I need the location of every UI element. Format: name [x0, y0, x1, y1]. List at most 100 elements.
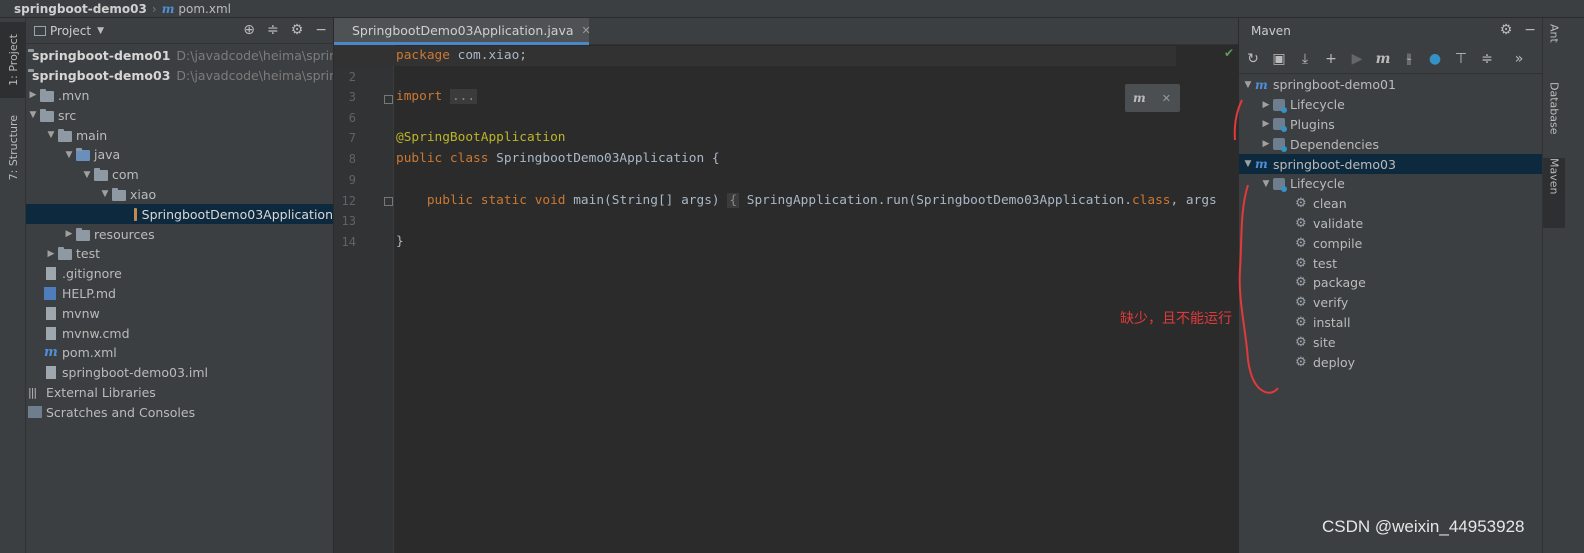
tree-item-external-libraries[interactable]: ||| External Libraries: [26, 383, 333, 403]
code-keyword: public class: [396, 151, 489, 166]
chevron-down-icon[interactable]: ▼: [1241, 159, 1255, 169]
show-dependencies-icon[interactable]: ⊤: [1453, 51, 1469, 67]
tree-item-test[interactable]: ▶ test: [26, 244, 333, 264]
tree-item-mvnw[interactable]: mvnw: [26, 303, 333, 323]
maven-goal-validate[interactable]: ⚙ validate: [1239, 214, 1542, 234]
chevron-down-icon[interactable]: ▼: [26, 110, 40, 120]
maven-goal-package[interactable]: ⚙ package: [1239, 273, 1542, 293]
tab-application-java[interactable]: SpringbootDemo03Application.java ✕: [334, 18, 591, 45]
gear-icon[interactable]: ⚙: [1500, 22, 1513, 38]
gear-icon: ⚙: [1295, 275, 1307, 291]
chevron-right-icon[interactable]: ▶: [62, 229, 76, 239]
maven-goal-compile[interactable]: ⚙ compile: [1239, 233, 1542, 253]
tree-item-mvn[interactable]: ▶ .mvn: [26, 86, 333, 106]
maven-goal-site[interactable]: ⚙ site: [1239, 332, 1542, 352]
fold-icon[interactable]: [384, 95, 393, 104]
run-icon[interactable]: ▶: [1349, 51, 1365, 67]
cmd-file-icon: [46, 326, 56, 340]
tab-database[interactable]: Database: [1543, 82, 1565, 152]
maven-node-label: Plugins: [1290, 116, 1335, 132]
chevron-right-icon[interactable]: ▶: [26, 90, 40, 100]
tree-item-com[interactable]: ▼ com: [26, 165, 333, 185]
tree-item-xiao[interactable]: ▼ xiao: [26, 185, 333, 205]
tab-project[interactable]: 1: Project: [0, 22, 26, 98]
toggle-offline-icon[interactable]: ⫳: [1401, 51, 1417, 67]
tree-item-application-class[interactable]: SpringbootDemo03Application: [26, 204, 333, 225]
maven-node-lifecycle[interactable]: ▶ Lifecycle: [1239, 95, 1542, 115]
project-view-icon: [34, 25, 46, 36]
maven-node-lifecycle[interactable]: ▼ Lifecycle: [1239, 174, 1542, 194]
maven-node-dependencies[interactable]: ▶ Dependencies: [1239, 134, 1542, 154]
maven-goal-deploy[interactable]: ⚙ deploy: [1239, 352, 1542, 372]
tree-item-springboot-demo03[interactable]: springboot-demo03 D:\javadcode\heima\spr…: [26, 66, 333, 86]
tab-structure[interactable]: 7: Structure: [0, 108, 26, 188]
maven-project-label: springboot-demo01: [1273, 77, 1396, 93]
chevron-right-icon[interactable]: ▶: [1259, 100, 1273, 110]
fold-icon[interactable]: [384, 197, 393, 206]
tree-item-label: .mvn: [58, 87, 90, 103]
close-icon[interactable]: ✕: [582, 24, 591, 37]
plugins-icon: [1273, 118, 1287, 133]
minimize-icon[interactable]: −: [1524, 22, 1536, 38]
script-file-icon: [46, 306, 56, 320]
maven-goal-install[interactable]: ⚙ install: [1239, 313, 1542, 333]
tree-item-label: HELP.md: [62, 285, 116, 301]
tree-item-springboot-demo01[interactable]: springboot-demo01 D:\javadcode\heima\spr…: [26, 46, 333, 66]
folded-imports[interactable]: ...: [449, 89, 478, 104]
tab-maven[interactable]: Maven: [1543, 158, 1565, 228]
add-icon[interactable]: +: [1323, 51, 1339, 67]
tree-item-java[interactable]: ▼ java: [26, 145, 333, 165]
more-icon[interactable]: »: [1511, 51, 1527, 67]
chevron-down-icon[interactable]: ▼: [1241, 80, 1255, 90]
maven-node-plugins[interactable]: ▶ Plugins: [1239, 115, 1542, 135]
tree-item-resources[interactable]: ▶ resources: [26, 224, 333, 244]
check-icon[interactable]: ✔: [1224, 46, 1234, 60]
maven-reload-icon[interactable]: m: [1133, 91, 1146, 105]
chevron-right-icon[interactable]: ▶: [1259, 119, 1273, 129]
maven-project-icon: m: [1255, 157, 1268, 172]
add-folder-icon[interactable]: ▣: [1271, 51, 1287, 67]
code-area[interactable]: package com.xiao; import ... @SpringBoot…: [396, 45, 1238, 553]
download-icon[interactable]: ⤓: [1297, 51, 1313, 67]
tree-item-pom-xml[interactable]: m pom.xml: [26, 343, 333, 363]
locate-icon[interactable]: ⊕: [243, 22, 255, 38]
line-number: 2: [348, 70, 356, 84]
tree-item-main[interactable]: ▼ main: [26, 125, 333, 145]
tab-project-label: 1: Project: [6, 34, 20, 86]
maven-project-demo03[interactable]: ▼ m springboot-demo03: [1239, 154, 1542, 174]
chevron-down-icon[interactable]: ▼: [1259, 179, 1273, 189]
maven-goal-verify[interactable]: ⚙ verify: [1239, 293, 1542, 313]
chevron-down-icon[interactable]: ▼: [98, 189, 112, 199]
minimize-icon[interactable]: −: [315, 22, 327, 38]
tree-item-iml[interactable]: springboot-demo03.iml: [26, 363, 333, 383]
chevron-down-icon[interactable]: ▼: [80, 170, 94, 180]
tree-item-scratches[interactable]: Scratches and Consoles: [26, 402, 333, 422]
tab-ant[interactable]: Ant: [1543, 24, 1565, 74]
maven-project-demo01[interactable]: ▼ m springboot-demo01: [1239, 75, 1542, 95]
line-number-gutter: 1 2 3 6 7 8 9 12 13 14: [334, 45, 394, 553]
chevron-down-icon[interactable]: ▼: [97, 26, 104, 36]
execute-goal-icon[interactable]: m: [1375, 51, 1391, 67]
tree-item-help-md[interactable]: HELP.md: [26, 284, 333, 304]
tree-item-mvnw-cmd[interactable]: mvnw.cmd: [26, 323, 333, 343]
folded-body[interactable]: {: [727, 193, 740, 208]
chevron-down-icon[interactable]: ▼: [44, 130, 58, 140]
breadcrumb-file[interactable]: pom.xml: [178, 2, 231, 16]
skip-tests-icon[interactable]: ●: [1427, 51, 1443, 67]
breadcrumb-project[interactable]: springboot-demo03: [14, 2, 147, 16]
chevron-right-icon[interactable]: ▶: [44, 249, 58, 259]
chevron-right-icon[interactable]: ▶: [1259, 139, 1273, 149]
collapse-all-icon[interactable]: ≑: [267, 22, 279, 38]
maven-panel: Maven ⚙ − ↻ ▣ ⤓ + ▶ m ⫳ ● ⊤ ≑ » ▼ m spri…: [1238, 18, 1542, 553]
tree-item-src[interactable]: ▼ src: [26, 105, 333, 125]
gear-icon[interactable]: ⚙: [291, 22, 304, 38]
maven-project-icon: m: [1255, 77, 1268, 92]
maven-goal-clean[interactable]: ⚙ clean: [1239, 194, 1542, 214]
chevron-down-icon[interactable]: ▼: [62, 150, 76, 160]
close-icon[interactable]: ✕: [1162, 92, 1171, 105]
reload-icon[interactable]: ↻: [1245, 51, 1261, 67]
collapse-all-icon[interactable]: ≑: [1479, 51, 1495, 67]
project-panel-title[interactable]: Project: [50, 24, 91, 38]
maven-goal-test[interactable]: ⚙ test: [1239, 253, 1542, 273]
tree-item-gitignore[interactable]: .gitignore: [26, 264, 333, 284]
